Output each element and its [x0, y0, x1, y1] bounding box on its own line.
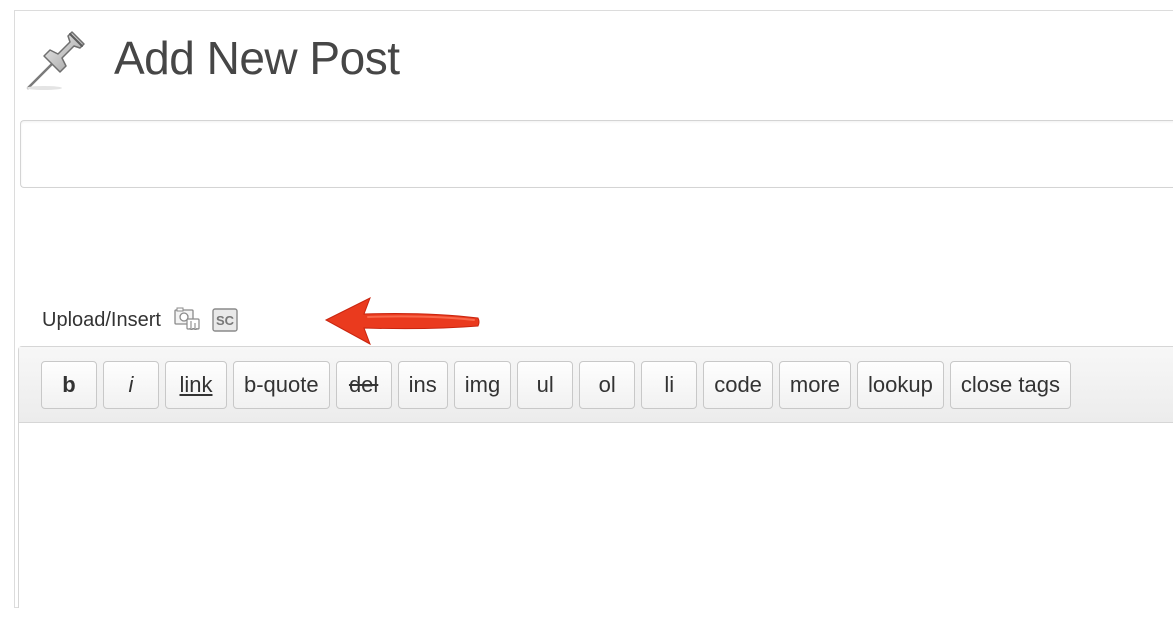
shortcode-icon[interactable]: SC — [211, 307, 239, 333]
qt-img-button[interactable]: img — [453, 360, 512, 409]
pushpin-icon — [26, 31, 85, 90]
page-header: Add New Post — [22, 22, 400, 94]
html-editor: b i link b-quote del ins img ul ol li co… — [18, 346, 1173, 609]
qt-more-button[interactable]: more — [778, 360, 852, 409]
media-buttons-row: Upload/Insert SC — [42, 306, 249, 334]
post-content-textarea[interactable] — [19, 423, 1173, 609]
qt-lookup-button[interactable]: lookup — [857, 360, 944, 409]
qt-close-tags-button[interactable]: close tags — [949, 360, 1071, 409]
qt-del-button[interactable]: del — [335, 360, 392, 409]
qt-li-button[interactable]: li — [641, 360, 698, 409]
add-media-icon[interactable] — [173, 307, 201, 333]
qt-code-button[interactable]: code — [703, 360, 773, 409]
annotation-arrow — [324, 296, 480, 346]
svg-text:SC: SC — [216, 313, 235, 328]
qt-link-button[interactable]: link — [165, 360, 227, 409]
post-title-input[interactable] — [20, 120, 1173, 188]
qt-ins-button[interactable]: ins — [397, 360, 448, 409]
quicktags-toolbar: b i link b-quote del ins img ul ol li co… — [19, 347, 1173, 423]
upload-insert-label: Upload/Insert — [42, 308, 161, 331]
page-title: Add New Post — [114, 32, 400, 84]
qt-italic-button[interactable]: i — [103, 360, 159, 409]
qt-bold-button[interactable]: b — [41, 360, 97, 409]
qt-ol-button[interactable]: ol — [579, 360, 636, 409]
qt-blockquote-button[interactable]: b-quote — [233, 360, 330, 409]
qt-ul-button[interactable]: ul — [517, 360, 574, 409]
